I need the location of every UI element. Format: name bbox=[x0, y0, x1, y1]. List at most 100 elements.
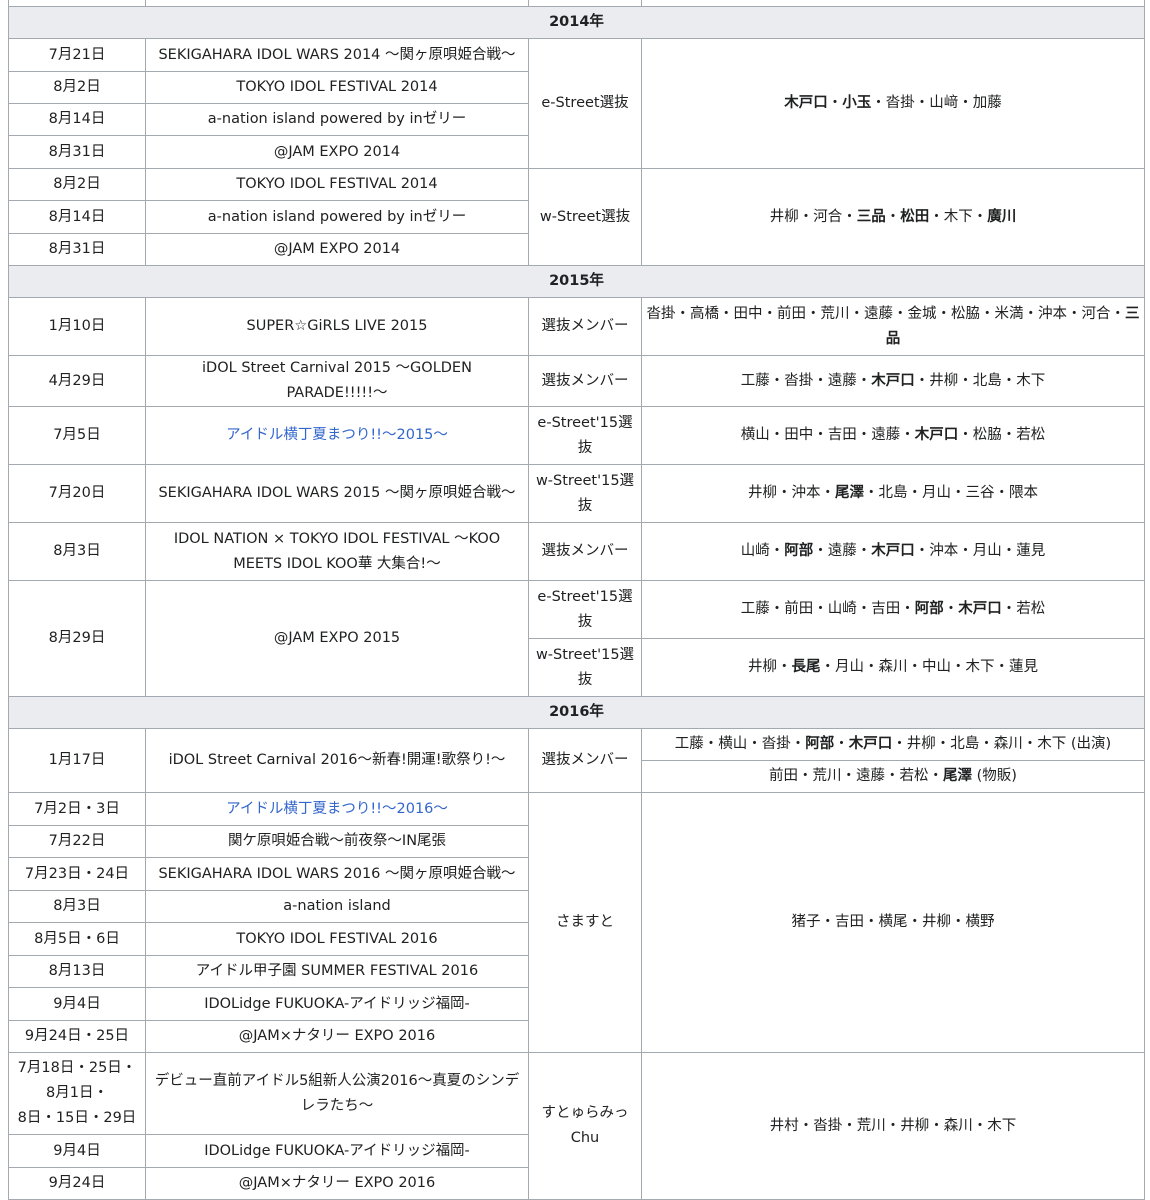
member-name: 尾澤 bbox=[943, 768, 973, 784]
date-cell: 8月13日 bbox=[8, 955, 146, 988]
unit-cell: e-Street選抜 bbox=[528, 38, 642, 169]
member-name: 横野 bbox=[965, 914, 995, 930]
year-header: 2016年 bbox=[8, 696, 1145, 729]
date-cell: 7月22日 bbox=[8, 825, 146, 858]
members-cell: 山崎・阿部・遠藤・木戸口・沖本・月山・蓮見 bbox=[641, 522, 1145, 581]
table-row: 7月5日 アイドル横丁夏まつり!!〜2015〜 e-Street'15選抜 横山… bbox=[8, 406, 1145, 465]
date-cell: 8月5日・6日 bbox=[8, 922, 146, 956]
member-name: 蓮見 bbox=[1016, 543, 1046, 559]
member-name: 蓮見 bbox=[1009, 659, 1038, 675]
date-cell: 8月3日 bbox=[8, 890, 146, 923]
event-cell: TOKYO IDOL FESTIVAL 2014 bbox=[145, 71, 529, 104]
year-header-row: 2014年 bbox=[8, 6, 1145, 39]
member-name: 横山 bbox=[740, 427, 770, 443]
member-name: 荒川 bbox=[856, 1117, 886, 1134]
event-cell: デビュー直前アイドル5組新人公演2016〜真夏のシンデレラたち〜 bbox=[145, 1052, 529, 1135]
member-name: 遠藤 bbox=[827, 372, 857, 389]
member-name: 井柳 bbox=[900, 1117, 930, 1134]
member-list: 前田・荒川・遠藤・若松・尾澤 bbox=[769, 768, 973, 784]
member-name: 森川 bbox=[878, 659, 908, 675]
members-cell: 井村・沓掛・荒川・井柳・森川・木下 bbox=[641, 1052, 1145, 1200]
date-cell: 8月14日 bbox=[8, 103, 146, 136]
member-name: 木戸口 bbox=[871, 372, 915, 389]
members-cell: 横山・田中・吉田・遠藤・木戸口・松脇・若松 bbox=[641, 406, 1145, 465]
member-name: 木下 bbox=[987, 1117, 1017, 1134]
unit-cell: w-Street選抜 bbox=[528, 168, 642, 266]
member-name: 荒川 bbox=[820, 305, 850, 322]
member-name: 若松 bbox=[1016, 601, 1046, 617]
date-cell: 8月14日 bbox=[8, 200, 146, 234]
unit-cell: e-Street'15選抜 bbox=[528, 406, 642, 465]
date-cell: 7月18日・25日・ 8月1日・ 8日・15日・29日 bbox=[8, 1052, 146, 1135]
member-name: 前田 bbox=[769, 768, 799, 784]
date-cell: 4月29日 bbox=[8, 355, 146, 407]
member-name: 北島 bbox=[972, 372, 1002, 389]
member-name: 三谷 bbox=[965, 485, 995, 501]
table-row: 8月29日 @JAM EXPO 2015 e-Street'15選抜 工藤・前田… bbox=[8, 580, 1145, 697]
table-row: 4月29日 iDOL Street Carnival 2015 〜GOLDEN … bbox=[8, 355, 1145, 407]
member-name: 吉田 bbox=[871, 601, 901, 617]
member-name: 木戸口 bbox=[914, 427, 959, 443]
date-cell: 9月4日 bbox=[8, 1134, 146, 1168]
appearance-note: (出演) bbox=[1066, 736, 1112, 752]
year-header: 2015年 bbox=[8, 265, 1145, 298]
member-name: 松脇 bbox=[951, 305, 980, 322]
member-name: 月山 bbox=[922, 485, 951, 501]
event-cell: アイドル横丁夏まつり!!〜2016〜 bbox=[145, 792, 529, 826]
unit-cell: さますと bbox=[528, 792, 642, 1053]
event-cell: @JAM EXPO 2014 bbox=[145, 233, 529, 266]
date-line: 7月18日・25日・ bbox=[17, 1060, 137, 1076]
member-name: 井村 bbox=[769, 1117, 799, 1134]
member-name: 遠藤 bbox=[827, 543, 857, 559]
table-row: 1月10日 SUPER☆GiRLS LIVE 2015 選抜メンバー 沓掛・高橋… bbox=[8, 297, 1145, 356]
event-link[interactable]: アイドル横丁夏まつり!!〜2016〜 bbox=[226, 801, 448, 817]
event-cell: SEKIGAHARA IDOL WARS 2014 〜関ヶ原唄姫合戦〜 bbox=[145, 38, 529, 72]
event-cell: @JAM×ナタリー EXPO 2016 bbox=[145, 1167, 529, 1200]
date-cell: 8月29日 bbox=[8, 580, 146, 697]
member-name: 山﨑 bbox=[929, 95, 959, 111]
members-cell: 工藤・前田・山崎・吉田・阿部・木戸口・若松 bbox=[641, 580, 1145, 639]
member-name: 米満 bbox=[994, 305, 1024, 322]
unit-cell: 選抜メンバー bbox=[528, 728, 642, 793]
event-cell: 関ケ原唄姫合戦〜前夜祭〜IN尾張 bbox=[145, 825, 529, 858]
member-name: 前田 bbox=[777, 305, 806, 322]
event-cell: iDOL Street Carnival 2015 〜GOLDEN PARADE… bbox=[145, 355, 529, 407]
member-name: 吉田 bbox=[827, 427, 857, 443]
event-cell: a-nation island bbox=[145, 890, 529, 923]
event-cell: SEKIGAHARA IDOL WARS 2016 〜関ヶ原唄姫合戦〜 bbox=[145, 857, 529, 891]
members-cell: 工藤・沓掛・遠藤・木戸口・井柳・北島・木下 bbox=[641, 355, 1145, 407]
member-name: 沓掛 bbox=[885, 95, 915, 111]
date-line: 8月1日・ bbox=[46, 1085, 108, 1101]
member-name: 沓掛 bbox=[784, 372, 814, 389]
event-cell: IDOL NATION × TOKYO IDOL FESTIVAL 〜KOO M… bbox=[145, 522, 529, 581]
unit-cell: w-Street'15選抜 bbox=[528, 638, 642, 697]
member-name: 阿部 bbox=[914, 601, 944, 617]
date-cell: 8月3日 bbox=[8, 522, 146, 581]
table-row: 7月21日 SEKIGAHARA IDOL WARS 2014 〜関ヶ原唄姫合戦… bbox=[8, 38, 1145, 169]
table-row: 8月2日 TOKYO IDOL FESTIVAL 2014 w-Street選抜… bbox=[8, 168, 1145, 266]
table-row: 7月20日 SEKIGAHARA IDOL WARS 2015 〜関ヶ原唄姫合戦… bbox=[8, 464, 1145, 523]
member-name: 井柳 bbox=[922, 914, 951, 930]
member-name: 沓掛 bbox=[761, 736, 791, 752]
unit-cell: e-Street'15選抜 bbox=[528, 580, 642, 639]
member-name: 吉田 bbox=[835, 914, 864, 930]
member-name: 遠藤 bbox=[856, 768, 886, 784]
member-name: 木戸口 bbox=[958, 601, 1002, 617]
date-cell: 1月10日 bbox=[8, 297, 146, 356]
members-cell: 井柳・長尾・月山・森川・中山・木下・蓮見 bbox=[641, 638, 1145, 697]
member-name: 遠藤 bbox=[864, 305, 893, 322]
member-name: 高橋 bbox=[690, 305, 719, 322]
member-name: 工藤 bbox=[740, 601, 770, 617]
member-list: 工藤・横山・沓掛・阿部・木戸口・井柳・北島・森川・木下 bbox=[674, 736, 1067, 752]
event-cell: TOKYO IDOL FESTIVAL 2014 bbox=[145, 168, 529, 201]
member-name: 木戸口 bbox=[871, 543, 915, 559]
member-name: 木戸口 bbox=[784, 95, 828, 111]
member-name: 尾澤 bbox=[835, 485, 864, 501]
member-name: 山崎 bbox=[740, 543, 770, 559]
member-name: 前田 bbox=[784, 601, 814, 617]
member-name: 木戸口 bbox=[848, 736, 893, 752]
event-link[interactable]: アイドル横丁夏まつり!!〜2015〜 bbox=[226, 427, 448, 443]
member-name: 隈本 bbox=[1009, 485, 1038, 501]
members-cell: 工藤・横山・沓掛・阿部・木戸口・井柳・北島・森川・木下 (出演) bbox=[641, 728, 1145, 761]
member-name: 河合 bbox=[813, 208, 843, 225]
